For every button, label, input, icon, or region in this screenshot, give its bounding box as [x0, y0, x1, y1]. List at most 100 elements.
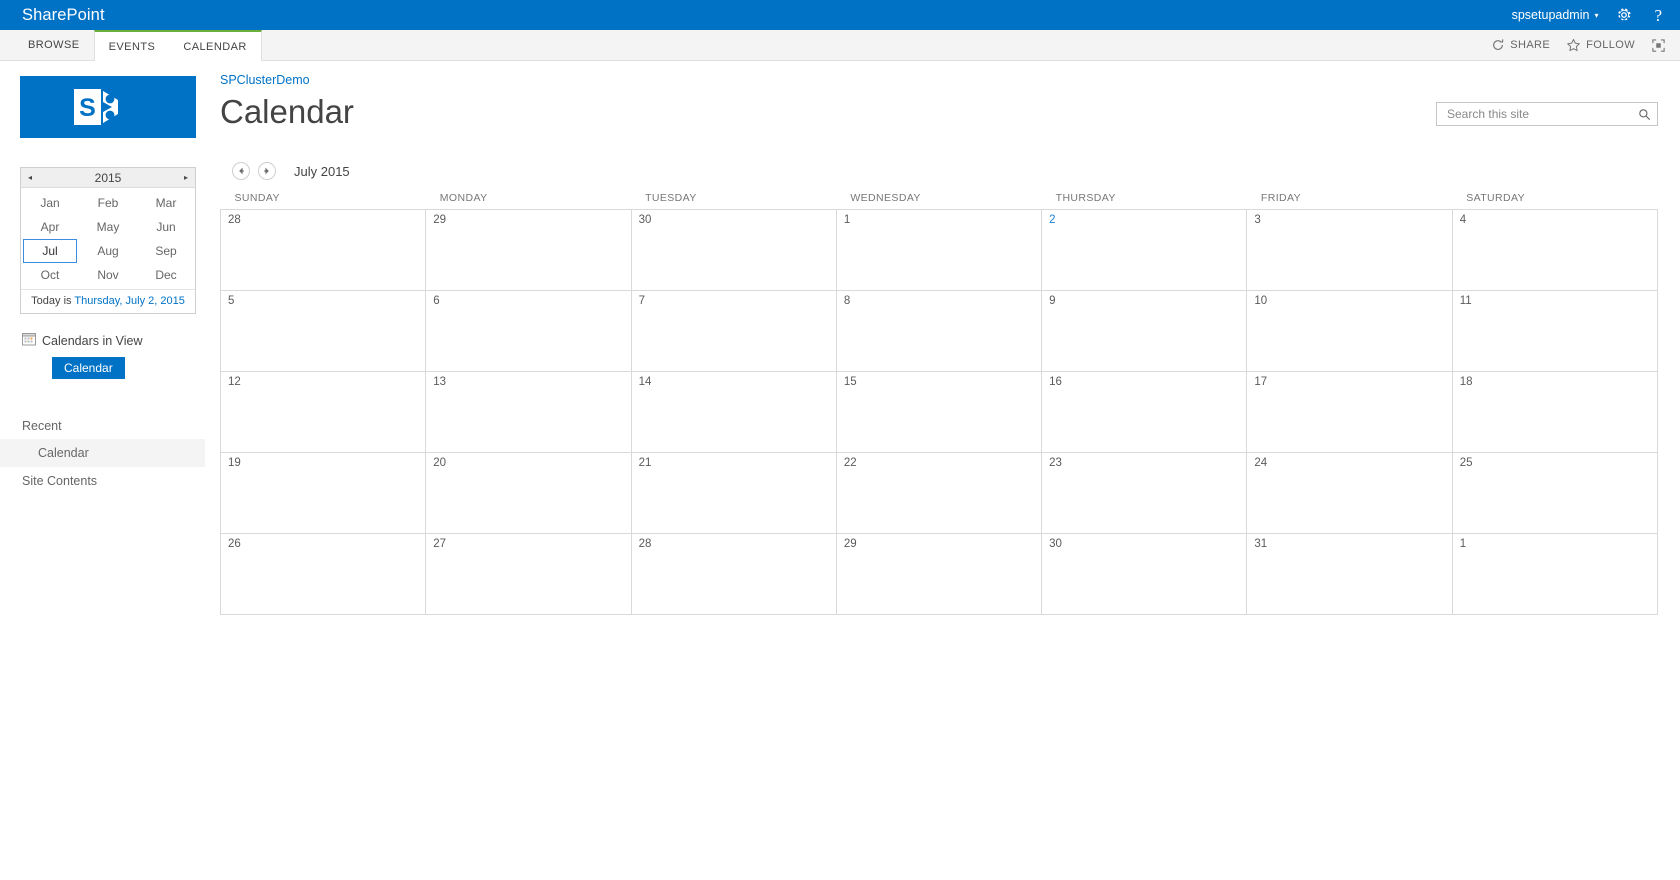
calendar-day-cell[interactable]: 9 — [1041, 290, 1248, 373]
gear-icon[interactable] — [1616, 7, 1632, 23]
breadcrumb[interactable]: SPClusterDemo — [220, 73, 1658, 87]
day-header-wednesday: WEDNESDAY — [850, 192, 921, 205]
day-number: 24 — [1254, 457, 1268, 470]
calendar-day-cell[interactable]: 8 — [835, 290, 1043, 373]
calendar-day-cell[interactable]: 14 — [630, 371, 837, 454]
focus-on-content-icon — [1651, 38, 1666, 53]
today-date-link[interactable]: Thursday, July 2, 2015 — [74, 295, 184, 307]
follow-button[interactable]: FOLLOW — [1566, 38, 1635, 53]
calendar-day-cell[interactable]: 4 — [1451, 209, 1659, 292]
calendar-day-cell[interactable]: 21 — [630, 452, 837, 535]
calendar-day-cell[interactable]: 29 — [425, 209, 632, 292]
calendar-day-cell[interactable]: 18 — [1451, 371, 1659, 454]
calendar-day-cell[interactable]: 28 — [219, 209, 427, 292]
chevron-down-icon: ▾ — [1594, 11, 1599, 20]
month-may[interactable]: May — [81, 215, 135, 239]
follow-label: FOLLOW — [1586, 39, 1635, 51]
calendar-day-cell[interactable]: 29 — [835, 533, 1043, 616]
day-number: 1 — [1459, 538, 1467, 551]
calendar-day-cell[interactable]: 20 — [425, 452, 632, 535]
user-menu[interactable]: spsetupadmin ▾ — [1512, 8, 1599, 22]
next-month-button[interactable] — [258, 162, 276, 181]
ribbon-tabs: BROWSE EVENTS CALENDAR — [0, 30, 262, 61]
date-picker-header: ◂ 2015 ▸ — [21, 168, 195, 188]
calendar-day-cell[interactable]: 25 — [1451, 452, 1659, 535]
month-nov[interactable]: Nov — [81, 263, 135, 287]
calendar-day-cell[interactable]: 7 — [630, 290, 837, 373]
day-header-monday: MONDAY — [439, 192, 488, 205]
month-jan[interactable]: Jan — [23, 191, 77, 215]
main-content: SPClusterDemo Calendar Search this site … — [205, 61, 1680, 616]
calendar-day-cell[interactable]: 26 — [219, 533, 427, 616]
help-icon[interactable]: ? — [1650, 7, 1666, 24]
calendar-body: 28 29 30 1 2 3 4 5 6 7 8 9 10 11 12 13 1… — [219, 209, 1659, 616]
search-input[interactable] — [1445, 106, 1633, 122]
calendar-day-cell[interactable]: 10 — [1246, 290, 1453, 373]
month-feb[interactable]: Feb — [81, 191, 135, 215]
day-number: 30 — [1049, 538, 1062, 551]
focus-on-content-button[interactable] — [1651, 38, 1666, 53]
calendar-day-cell[interactable]: 17 — [1246, 371, 1453, 454]
day-number: 2 — [1049, 214, 1056, 227]
day-number: 14 — [638, 376, 652, 389]
day-header-thursday: THURSDAY — [1055, 192, 1116, 205]
suite-brand[interactable]: SharePoint — [22, 6, 105, 25]
calendar-day-cell[interactable]: 23 — [1041, 452, 1248, 535]
tab-calendar[interactable]: CALENDAR — [169, 32, 261, 61]
next-year-icon[interactable]: ▸ — [184, 173, 188, 182]
suite-bar: SharePoint spsetupadmin ▾ ? — [0, 0, 1680, 30]
calendar-day-cell-today[interactable]: 2 — [1041, 209, 1248, 292]
search-icon[interactable] — [1633, 103, 1655, 125]
date-picker-months: Jan Feb Mar Apr May Jun Jul Aug Sep Oct … — [21, 188, 195, 289]
calendar-day-header-row: SUNDAY MONDAY TUESDAY WEDNESDAY THURSDAY… — [221, 192, 1658, 210]
nav-item-site-contents[interactable]: Site Contents — [0, 467, 205, 495]
month-dec[interactable]: Dec — [139, 263, 193, 287]
today-is-row: Today is Thursday, July 2, 2015 — [21, 289, 195, 313]
calendar-day-cell[interactable]: 31 — [1246, 533, 1453, 616]
left-column: S ◂ 2015 ▸ Jan Feb Mar Apr May Jun Jul A… — [0, 61, 205, 495]
day-number: 1 — [843, 214, 851, 227]
day-number: 10 — [1254, 295, 1268, 308]
day-number: 7 — [638, 295, 645, 308]
calendars-in-view-label: Calendars in View — [42, 333, 143, 348]
today-is-label: Today is — [31, 295, 75, 307]
calendar-day-cell[interactable]: 13 — [425, 371, 632, 454]
calendar-day-cell[interactable]: 12 — [219, 371, 427, 454]
month-jul[interactable]: Jul — [23, 239, 77, 263]
calendar-day-cell[interactable]: 30 — [1041, 533, 1248, 616]
calendar-chip[interactable]: Calendar — [52, 357, 125, 379]
day-header-sunday: SUNDAY — [234, 192, 280, 205]
calendar-day-cell[interactable]: 19 — [219, 452, 427, 535]
calendar-day-cell[interactable]: 28 — [630, 533, 837, 616]
month-mar[interactable]: Mar — [139, 191, 193, 215]
calendar-day-cell[interactable]: 30 — [630, 209, 837, 292]
share-icon — [1491, 38, 1505, 52]
calendar-day-cell[interactable]: 27 — [425, 533, 632, 616]
month-oct[interactable]: Oct — [23, 263, 77, 287]
calendar-week-row: 28 29 30 1 2 3 4 — [219, 209, 1659, 292]
month-aug[interactable]: Aug — [81, 239, 135, 263]
calendar-day-cell[interactable]: 22 — [835, 452, 1043, 535]
calendar-day-cell[interactable]: 3 — [1246, 209, 1453, 292]
calendar-day-cell[interactable]: 1 — [835, 209, 1043, 292]
calendar-day-cell[interactable]: 24 — [1246, 452, 1453, 535]
calendar-day-cell[interactable]: 15 — [835, 371, 1043, 454]
tab-browse[interactable]: BROWSE — [14, 30, 94, 60]
tab-events[interactable]: EVENTS — [94, 32, 170, 61]
month-apr[interactable]: Apr — [23, 215, 77, 239]
calendar-day-cell[interactable]: 6 — [425, 290, 632, 373]
share-button[interactable]: SHARE — [1491, 38, 1550, 52]
nav-heading-recent: Recent — [22, 419, 62, 433]
month-jun[interactable]: Jun — [139, 215, 193, 239]
calendar-day-cell[interactable]: 11 — [1451, 290, 1659, 373]
calendar-day-cell[interactable]: 5 — [219, 290, 427, 373]
sharepoint-logo[interactable]: S — [20, 76, 196, 138]
day-number: 12 — [228, 376, 241, 389]
month-sep[interactable]: Sep — [139, 239, 193, 263]
prev-year-icon[interactable]: ◂ — [28, 173, 32, 182]
calendar-day-cell[interactable]: 1 — [1451, 533, 1659, 616]
page-title: Calendar — [220, 93, 354, 130]
previous-month-button[interactable] — [232, 162, 250, 181]
nav-item-calendar[interactable]: Calendar — [0, 439, 205, 467]
calendar-day-cell[interactable]: 16 — [1041, 371, 1248, 454]
